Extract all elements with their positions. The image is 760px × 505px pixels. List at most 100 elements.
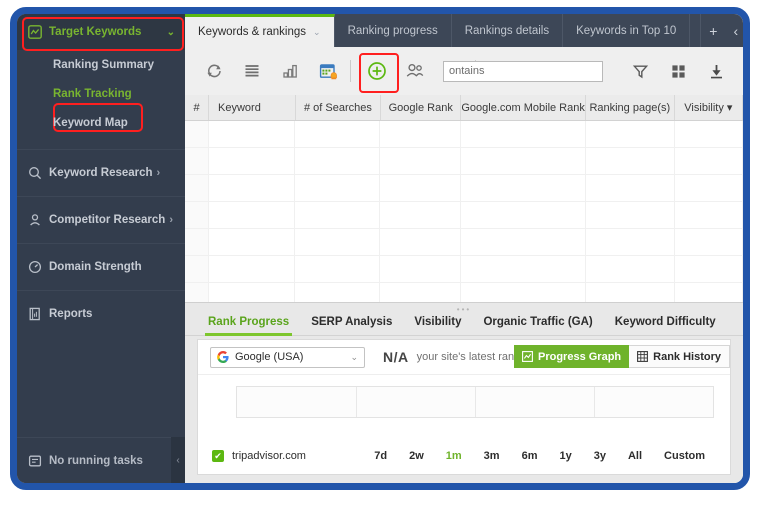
tab-visibility[interactable]: Visibility — [403, 316, 472, 335]
chart-box-icon — [27, 25, 42, 40]
sidebar-header-label: Target Keywords — [49, 26, 142, 38]
window-content: Target Keywords ⌄ Ranking Summary Rank T… — [17, 14, 743, 483]
range-1m[interactable]: 1m — [435, 450, 473, 462]
toolbar-right-group — [611, 54, 743, 88]
chevron-down-icon[interactable]: ⌄ — [313, 27, 321, 38]
tab-organic-traffic[interactable]: Organic Traffic (GA) — [472, 316, 603, 335]
status-no-running-tasks[interactable]: No running tasks — [17, 437, 185, 483]
google-icon — [217, 351, 229, 363]
range-7d[interactable]: 7d — [363, 450, 398, 462]
range-3m[interactable]: 3m — [473, 450, 511, 462]
bottom-panel: ••• Rank Progress SERP Analysis Visibili… — [185, 302, 743, 483]
sidebar-item-keyword-map[interactable]: Keyword Map — [17, 108, 185, 137]
column-header-visibility[interactable]: Visibility ▾ — [675, 95, 743, 120]
tab-ranking-progress[interactable]: Ranking progress — [335, 14, 452, 47]
sidebar-item-ranking-summary[interactable]: Ranking Summary — [17, 50, 185, 79]
schedule-alert-button[interactable] — [311, 54, 345, 88]
refresh-icon — [205, 62, 223, 80]
tab-rank-progress[interactable]: Rank Progress — [197, 316, 300, 336]
sidebar-item-rank-tracking[interactable]: Rank Tracking — [17, 79, 185, 108]
rank-progress-panel: Google (USA) ⌄ N/A your site's latest ra… — [197, 339, 731, 475]
add-tab-button[interactable]: + — [701, 23, 725, 39]
tab-label: C — [700, 25, 701, 37]
sidebar-item-competitor-research[interactable]: Competitor Research › — [17, 196, 185, 243]
sidebar-group-label: Domain Strength — [49, 261, 142, 273]
view-toggle-label: Progress Graph — [538, 350, 622, 363]
report-icon — [27, 307, 42, 322]
search-field-wrapper: ontains — [443, 60, 603, 82]
latest-rank-description: your site's latest rank — [416, 351, 520, 363]
panel-resize-handle[interactable]: ••• — [457, 306, 471, 314]
sidebar-collapse-button[interactable]: ‹ — [171, 437, 185, 483]
progress-graph-button[interactable]: Progress Graph — [514, 345, 630, 368]
toolbar: ontains — [185, 47, 743, 96]
column-header-mobile-rank[interactable]: Google.com Mobile Rank — [461, 95, 586, 120]
bar-chart-icon — [281, 62, 299, 80]
search-engine-select[interactable]: Google (USA) ⌄ — [210, 346, 365, 368]
sidebar-subitem-label: Rank Tracking — [53, 87, 132, 100]
tab-label: Keywords in Top 10 — [576, 24, 677, 37]
tab-label: Keywords & rankings — [198, 26, 307, 38]
download-icon — [708, 63, 725, 80]
chart-gridline — [475, 387, 476, 417]
column-header-searches[interactable]: # of Searches — [296, 95, 382, 120]
sidebar-item-keyword-research[interactable]: Keyword Research › — [17, 149, 185, 196]
chevron-down-icon[interactable]: ⌄ — [167, 27, 175, 38]
sidebar-group-label: Reports — [49, 308, 93, 320]
competitors-button[interactable] — [398, 54, 432, 88]
column-header-keyword[interactable]: Keyword — [209, 95, 296, 120]
add-keywords-button[interactable] — [359, 53, 399, 93]
range-all[interactable]: All — [617, 450, 653, 462]
table-icon — [637, 351, 649, 362]
chevron-down-icon[interactable]: ⌄ — [350, 352, 358, 363]
grid-view-button[interactable] — [661, 54, 695, 88]
range-2w[interactable]: 2w — [398, 450, 435, 462]
table-row[interactable] — [185, 202, 743, 229]
download-button[interactable] — [699, 54, 733, 88]
sidebar-subitem-label: Keyword Map — [53, 116, 128, 129]
search-input[interactable]: ontains — [443, 60, 603, 82]
chart-y-tick — [218, 383, 219, 388]
chart-plot-area — [236, 386, 714, 418]
tab-overflow-partial[interactable]: C — [690, 14, 702, 47]
tab-keyword-difficulty[interactable]: Keyword Difficulty — [604, 316, 727, 335]
table-row[interactable] — [185, 283, 743, 302]
sidebar-item-domain-strength[interactable]: Domain Strength — [17, 243, 185, 290]
rank-history-button[interactable]: Rank History — [629, 345, 730, 368]
table-row[interactable] — [185, 148, 743, 175]
prev-tab-button[interactable]: ‹ — [725, 23, 743, 39]
tab-controls: + ‹ › — [701, 14, 743, 47]
column-header-google-rank[interactable]: Google Rank — [381, 95, 462, 120]
table-row[interactable] — [185, 229, 743, 256]
range-3y[interactable]: 3y — [583, 450, 617, 462]
range-6m[interactable]: 6m — [511, 450, 549, 462]
tab-serp-analysis[interactable]: SERP Analysis — [300, 316, 403, 335]
view-toggle-label: Rank History — [653, 350, 721, 363]
column-header-ranking-pages[interactable]: Ranking page(s) — [586, 95, 675, 120]
sidebar-item-target-keywords[interactable]: Target Keywords ⌄ — [17, 14, 185, 50]
sidebar-group-label: Competitor Research — [49, 214, 166, 226]
refresh-button[interactable] — [197, 54, 231, 88]
add-keywords-icon — [367, 61, 387, 81]
sidebar-item-reports[interactable]: Reports — [17, 290, 185, 337]
table-row[interactable] — [185, 256, 743, 283]
chevron-right-icon: › — [169, 214, 173, 226]
range-custom[interactable]: Custom — [653, 450, 716, 462]
legend-checkbox[interactable]: ✔ — [212, 450, 224, 462]
tab-label: Rankings details — [464, 24, 550, 37]
range-1y[interactable]: 1y — [548, 450, 582, 462]
list-view-button[interactable] — [235, 54, 269, 88]
tab-keywords-and-rankings[interactable]: Keywords & rankings ⌄ — [185, 14, 335, 47]
list-icon — [243, 62, 261, 80]
chart-view-button[interactable] — [273, 54, 307, 88]
table-row[interactable] — [185, 121, 743, 148]
tab-keywords-in-top-10[interactable]: Keywords in Top 10 — [563, 14, 691, 47]
tab-rankings-details[interactable]: Rankings details — [452, 14, 564, 47]
table-row[interactable] — [185, 175, 743, 202]
keywords-table: # Keyword # of Searches Google Rank Goog… — [185, 95, 743, 302]
column-header-index[interactable]: # — [185, 95, 210, 120]
filter-button[interactable] — [623, 54, 657, 88]
panel-tab-label: Rank Progress — [208, 316, 290, 328]
panel-tab-label: Keyword Difficulty — [614, 316, 716, 328]
panel-tab-label: SERP Analysis — [311, 316, 393, 328]
